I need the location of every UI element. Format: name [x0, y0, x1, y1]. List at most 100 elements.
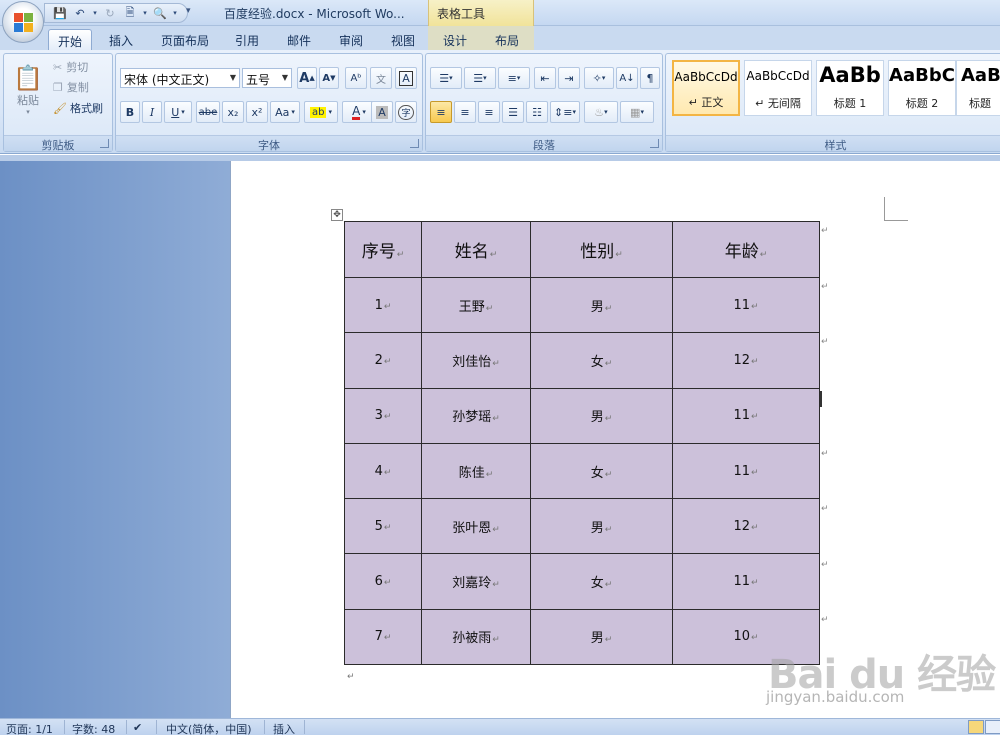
table-header-cell[interactable]: 性别↵	[530, 221, 673, 278]
full-screen-view-icon[interactable]	[985, 720, 1000, 734]
font-name-combo[interactable]: 宋体 (中文正文) ▼	[120, 68, 240, 88]
tab-design[interactable]: 设计	[434, 29, 476, 50]
proofing-icon[interactable]: ✔	[133, 721, 142, 734]
align-right-button[interactable]: ≡	[478, 101, 500, 123]
distribute-button[interactable]: ☷	[526, 101, 548, 123]
office-button[interactable]	[2, 1, 44, 43]
style-normal[interactable]: AaBbCcDd ↵ 正文	[672, 60, 740, 116]
character-border-button[interactable]: A	[395, 67, 417, 89]
table-cell[interactable]: 刘嘉玲↵	[421, 553, 531, 610]
clear-format-button[interactable]: Aᵇ	[345, 67, 367, 89]
table-cell[interactable]: 6↵	[344, 553, 422, 610]
print-layout-view-icon[interactable]	[968, 720, 984, 734]
table-cell[interactable]: 11↵	[672, 387, 820, 444]
decrease-indent-button[interactable]: ⇤	[534, 67, 556, 89]
table-cell[interactable]: 12↵	[672, 498, 820, 555]
shrink-font-button[interactable]: A ▼	[319, 67, 339, 89]
word-count[interactable]: 字数: 48	[72, 721, 115, 735]
table-cell[interactable]: 张叶恩↵	[421, 498, 531, 555]
table-cell[interactable]: 7↵	[344, 608, 422, 666]
strikethrough-button[interactable]: abe	[196, 101, 220, 123]
table-cell[interactable]: 王野↵	[421, 276, 531, 334]
sort-button[interactable]: A↓	[616, 67, 638, 89]
character-shading-button[interactable]: A	[371, 101, 393, 123]
dialog-launcher-icon[interactable]	[100, 139, 109, 148]
dialog-launcher-icon[interactable]	[410, 139, 419, 148]
table-header-cell[interactable]: 姓名↵	[421, 221, 531, 278]
table-cell[interactable]: 刘佳怡↵	[421, 332, 531, 389]
tab-review[interactable]: 审阅	[330, 29, 372, 50]
dropdown-icon[interactable]: ▾	[171, 5, 179, 21]
table-cell[interactable]: 4↵	[344, 442, 422, 500]
dropdown-icon[interactable]: ▾	[141, 5, 149, 21]
tab-mailings[interactable]: 邮件	[278, 29, 320, 50]
tab-view[interactable]: 视图	[382, 29, 424, 50]
justify-button[interactable]: ☰	[502, 101, 524, 123]
enclose-characters-button[interactable]: 字	[395, 101, 417, 123]
line-spacing-button[interactable]: ⇕≡ ▾	[550, 101, 580, 123]
shading-button[interactable]: ♨ ▾	[584, 101, 618, 123]
table-cell[interactable]: 11↵	[672, 553, 820, 610]
redo-icon[interactable]: ↻	[101, 5, 119, 21]
copy-button[interactable]: ❐ 复制	[52, 78, 110, 96]
phonetic-guide-button[interactable]: 文	[370, 67, 392, 89]
underline-button[interactable]: U ▾	[164, 101, 192, 123]
table-cell[interactable]: 12↵	[672, 332, 820, 389]
dropdown-icon[interactable]: ▾	[91, 5, 99, 21]
table-cell[interactable]: 男↵	[530, 608, 673, 666]
table-cell[interactable]: 男↵	[530, 498, 673, 555]
table-cell[interactable]: 3↵	[344, 387, 422, 444]
table-cell[interactable]: 孙被雨↵	[421, 608, 531, 666]
table-cell[interactable]: 男↵	[530, 276, 673, 334]
format-painter-button[interactable]: 🖌 格式刷	[52, 99, 112, 117]
table-cell[interactable]: 孙梦瑶↵	[421, 387, 531, 444]
paste-button[interactable]: 📋 粘贴 ▾	[8, 58, 48, 122]
undo-icon[interactable]: ↶	[71, 5, 89, 21]
style-heading-2[interactable]: AaBbC 标题 2	[888, 60, 956, 116]
tab-home[interactable]: 开始	[48, 29, 92, 50]
dialog-launcher-icon[interactable]	[650, 139, 659, 148]
show-marks-button[interactable]: ¶	[640, 67, 660, 89]
superscript-button[interactable]: x²	[246, 101, 268, 123]
table-cell[interactable]: 陈佳↵	[421, 442, 531, 500]
table-cell[interactable]: 女↵	[530, 332, 673, 389]
insert-mode[interactable]: 插入	[273, 721, 295, 735]
tab-insert[interactable]: 插入	[100, 29, 142, 50]
data-table[interactable]: 序号↵ 姓名↵ 性别↵ 年龄↵ 1↵ 王野↵ 男↵ 11↵ 2↵ 刘佳怡↵ 女↵…	[344, 221, 820, 666]
style-no-spacing[interactable]: AaBbCcDd ↵ 无间隔	[744, 60, 812, 116]
table-cell[interactable]: 11↵	[672, 276, 820, 334]
tab-layout[interactable]: 布局	[486, 29, 528, 50]
table-cell[interactable]: 5↵	[344, 498, 422, 555]
chinese-layout-button[interactable]: ✧ ▾	[584, 67, 614, 89]
borders-button[interactable]: ▦ ▾	[620, 101, 654, 123]
style-title[interactable]: AaBb 标题	[956, 60, 1000, 116]
table-cell[interactable]: 2↵	[344, 332, 422, 389]
style-heading-1[interactable]: AaBb 标题 1	[816, 60, 884, 116]
bold-button[interactable]: B	[120, 101, 140, 123]
multilevel-list-button[interactable]: ≡ ▾	[498, 67, 530, 89]
new-document-icon[interactable]: 🗎	[121, 5, 139, 21]
table-cell[interactable]: 女↵	[530, 442, 673, 500]
subscript-button[interactable]: x₂	[222, 101, 244, 123]
table-cell[interactable]: 男↵	[530, 387, 673, 444]
table-cell[interactable]: 女↵	[530, 553, 673, 610]
bullets-button[interactable]: ☰ ▾	[430, 67, 462, 89]
page-count[interactable]: 页面: 1/1	[6, 721, 53, 735]
table-cell[interactable]: 11↵	[672, 442, 820, 500]
table-header-cell[interactable]: 年龄↵	[672, 221, 820, 278]
table-header-cell[interactable]: 序号↵	[344, 221, 422, 278]
change-case-button[interactable]: Aa ▾	[270, 101, 300, 123]
table-cell[interactable]: 1↵	[344, 276, 422, 334]
increase-indent-button[interactable]: ⇥	[558, 67, 580, 89]
numbering-button[interactable]: ☰ ▾	[464, 67, 496, 89]
grow-font-button[interactable]: A ▲	[297, 67, 317, 89]
cut-button[interactable]: ✂ 剪切	[52, 58, 110, 76]
tab-references[interactable]: 引用	[226, 29, 268, 50]
customize-qat-icon[interactable]: ▾	[186, 6, 191, 16]
align-left-button[interactable]: ≡	[430, 101, 452, 123]
tab-page-layout[interactable]: 页面布局	[154, 29, 216, 50]
save-icon[interactable]: 💾	[51, 5, 69, 21]
language-indicator[interactable]: 中文(简体，中国)	[166, 721, 252, 735]
italic-button[interactable]: I	[142, 101, 162, 123]
font-size-combo[interactable]: 五号 ▼	[242, 68, 292, 88]
